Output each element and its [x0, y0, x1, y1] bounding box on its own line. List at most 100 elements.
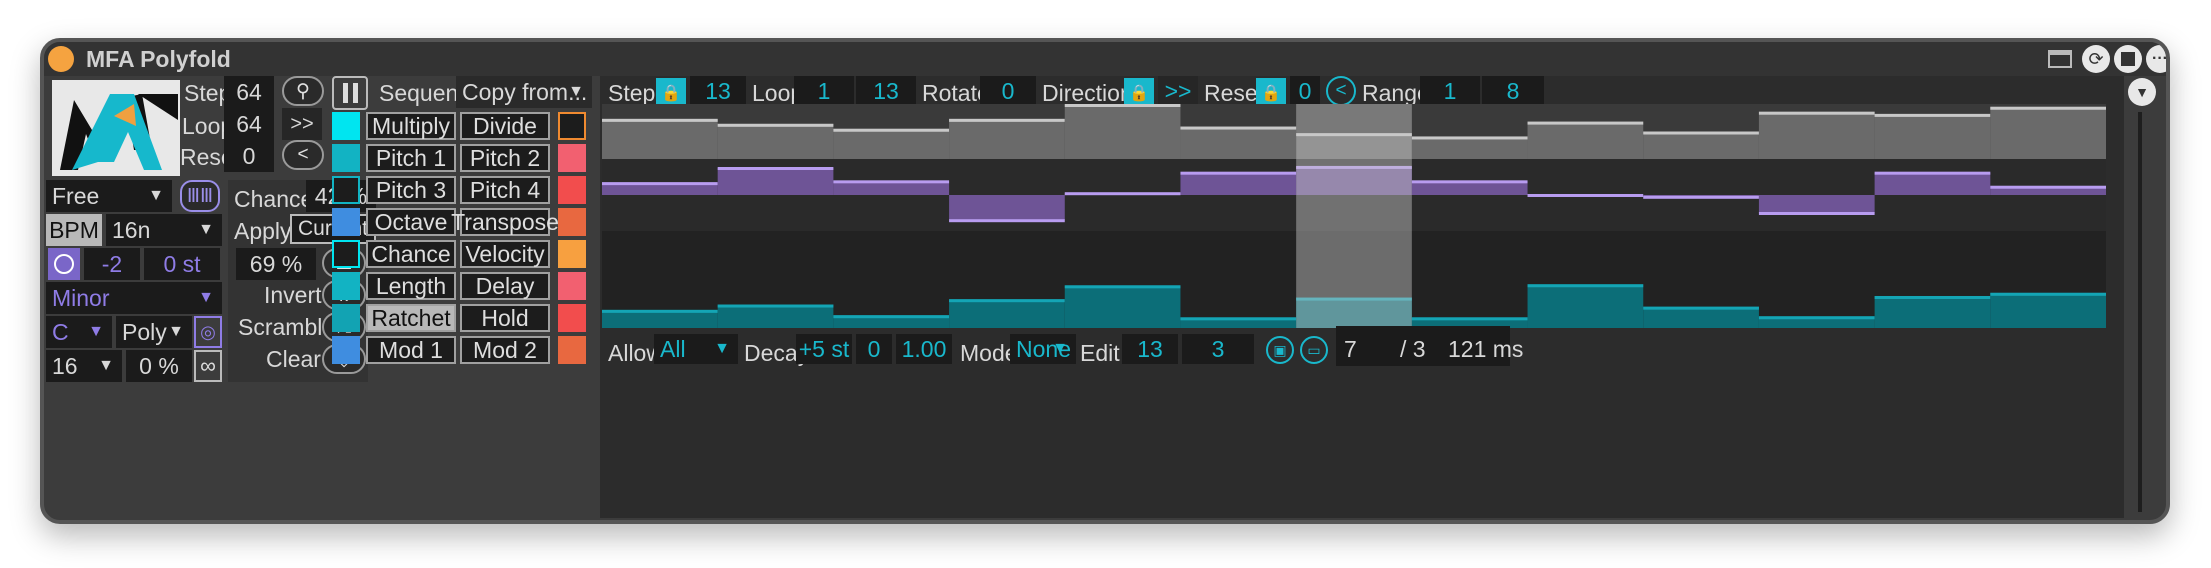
loop-value[interactable]: 64 — [224, 108, 274, 140]
purple-step-line[interactable] — [1990, 185, 2106, 189]
lane-button-velocity[interactable]: Velocity — [460, 240, 550, 268]
rotate-value[interactable]: 0 — [980, 76, 1036, 106]
piano-icon[interactable]: ⅢⅢ — [180, 180, 220, 212]
direction-value[interactable]: >> — [1158, 76, 1198, 106]
lane-color-swatch[interactable] — [332, 208, 360, 236]
gray-step-line[interactable] — [1180, 126, 1297, 130]
lane-color-swatch[interactable] — [332, 176, 360, 204]
teal-step-bar[interactable] — [717, 304, 834, 328]
lane-color-swatch[interactable] — [558, 240, 586, 268]
globe-icon[interactable] — [48, 248, 80, 280]
lane-button-pitch-3[interactable]: Pitch 3 — [366, 176, 456, 204]
purple-step-line[interactable] — [1064, 192, 1181, 196]
gray-step-line[interactable] — [1643, 131, 1759, 135]
semitones-value[interactable]: 0 st — [144, 248, 220, 280]
teal-step-line[interactable] — [833, 315, 950, 319]
lane-button-delay[interactable]: Delay — [460, 272, 550, 300]
teal-step-line[interactable] — [1758, 316, 1875, 320]
rate-dropdown[interactable]: 16n ▼ — [106, 214, 222, 246]
scrollbar[interactable] — [2138, 112, 2142, 512]
pause-icon[interactable] — [332, 76, 368, 110]
save-preset-icon[interactable]: ▣ — [1266, 336, 1294, 364]
teal-step-bar[interactable] — [949, 299, 1065, 328]
gray-step-bar[interactable] — [1180, 126, 1297, 159]
bpm-toggle[interactable]: BPM — [46, 214, 102, 246]
purple-step-line[interactable] — [1527, 194, 1644, 197]
teal-step-line[interactable] — [1874, 295, 1991, 299]
decay-a-value[interactable]: 0 — [856, 334, 892, 364]
more-icon[interactable]: ··· — [2146, 45, 2166, 73]
purple-step-bar[interactable] — [717, 168, 834, 195]
length-dropdown[interactable]: 16 ▼ — [46, 350, 122, 382]
purple-step-line[interactable] — [602, 182, 718, 186]
lane-color-swatch[interactable] — [332, 112, 360, 140]
loop-infinity-icon[interactable]: ∞ — [194, 350, 222, 382]
lane-button-mod-2[interactable]: Mod 2 — [460, 336, 550, 364]
teal-step-line[interactable] — [1411, 317, 1528, 321]
gray-step-line[interactable] — [1411, 136, 1528, 140]
lane-color-swatch[interactable] — [558, 144, 586, 172]
gray-step-bar[interactable] — [1411, 136, 1528, 159]
editor-reset-value[interactable]: 0 — [1290, 76, 1320, 106]
gray-step-bar[interactable] — [1990, 106, 2106, 159]
teal-step-bar[interactable] — [1990, 292, 2106, 328]
purple-step-line[interactable] — [1180, 171, 1297, 175]
lane-button-hold[interactable]: Hold — [460, 304, 550, 332]
gray-step-line[interactable] — [949, 118, 1065, 122]
lane-button-length[interactable]: Length — [366, 272, 456, 300]
reset-value[interactable]: 0 — [224, 140, 274, 172]
lane-button-multiply[interactable]: Multiply — [366, 112, 456, 140]
gray-step-line[interactable] — [602, 118, 718, 122]
save-icon[interactable] — [2114, 45, 2142, 73]
lane-color-swatch[interactable] — [558, 304, 586, 332]
window-icon[interactable] — [2048, 50, 2072, 68]
gray-step-bar[interactable] — [717, 123, 834, 159]
teal-step-line[interactable] — [602, 309, 718, 313]
teal-step-line[interactable] — [1990, 292, 2106, 296]
copy-from-dropdown[interactable]: Copy from... ▼ — [456, 76, 592, 108]
lane-color-swatch[interactable] — [332, 272, 360, 300]
purple-step-bar[interactable] — [1411, 181, 1528, 195]
transpose-value[interactable]: -2 — [84, 248, 140, 280]
editor-steps-value[interactable]: 13 — [690, 76, 746, 106]
sync-mode-dropdown[interactable]: Free ▼ — [46, 180, 172, 212]
teal-step-line[interactable] — [949, 299, 1065, 303]
editor-reset-button[interactable]: < — [1326, 76, 1356, 106]
teal-step-bar[interactable] — [1643, 306, 1759, 328]
teal-step-line[interactable] — [1064, 285, 1181, 289]
teal-step-line[interactable] — [1180, 317, 1297, 321]
mode-dropdown[interactable]: None ▼ — [1010, 334, 1076, 364]
lane-button-mod-1[interactable]: Mod 1 — [366, 336, 456, 364]
gray-step-bar[interactable] — [1064, 104, 1181, 159]
decay-value[interactable]: +5 st — [796, 334, 852, 364]
device-activator-icon[interactable] — [48, 46, 74, 72]
teal-step-line[interactable] — [1527, 284, 1644, 288]
steps-value[interactable]: 64 — [224, 76, 274, 108]
purple-step-bar[interactable] — [1758, 195, 1875, 213]
purple-step-line[interactable] — [1874, 171, 1991, 175]
refresh-icon[interactable]: ⟳ — [2082, 45, 2110, 73]
loop-end-value[interactable]: 13 — [856, 76, 916, 106]
purple-step-line[interactable] — [949, 219, 1065, 223]
lane-color-swatch[interactable] — [332, 240, 360, 268]
loop-start-value[interactable]: 1 — [794, 76, 854, 106]
voice-mode-dropdown[interactable]: Poly ▼ — [116, 316, 192, 348]
key-dropdown[interactable]: C ▼ — [46, 316, 112, 348]
teal-step-bar[interactable] — [1527, 284, 1644, 328]
collapse-icon[interactable]: ▼ — [2128, 78, 2156, 106]
gray-step-bar[interactable] — [833, 128, 950, 159]
lane-color-swatch[interactable] — [558, 112, 586, 140]
gray-step-line[interactable] — [1527, 121, 1644, 125]
purple-step-bar[interactable] — [1874, 172, 1991, 195]
purple-step-line[interactable] — [1643, 195, 1759, 199]
teal-step-bar[interactable] — [1064, 285, 1181, 328]
lane-color-swatch[interactable] — [332, 144, 360, 172]
loop-direction-button[interactable]: >> — [282, 108, 322, 140]
edit-b-value[interactable]: 3 — [1182, 334, 1254, 364]
random-percent-value[interactable]: 69 % — [236, 248, 316, 280]
percent-value[interactable]: 0 % — [126, 350, 192, 382]
lane-color-swatch[interactable] — [558, 336, 586, 364]
gray-step-line[interactable] — [1064, 104, 1181, 107]
teal-step-line[interactable] — [717, 304, 834, 308]
drum-icon[interactable]: ◎ — [194, 316, 222, 348]
